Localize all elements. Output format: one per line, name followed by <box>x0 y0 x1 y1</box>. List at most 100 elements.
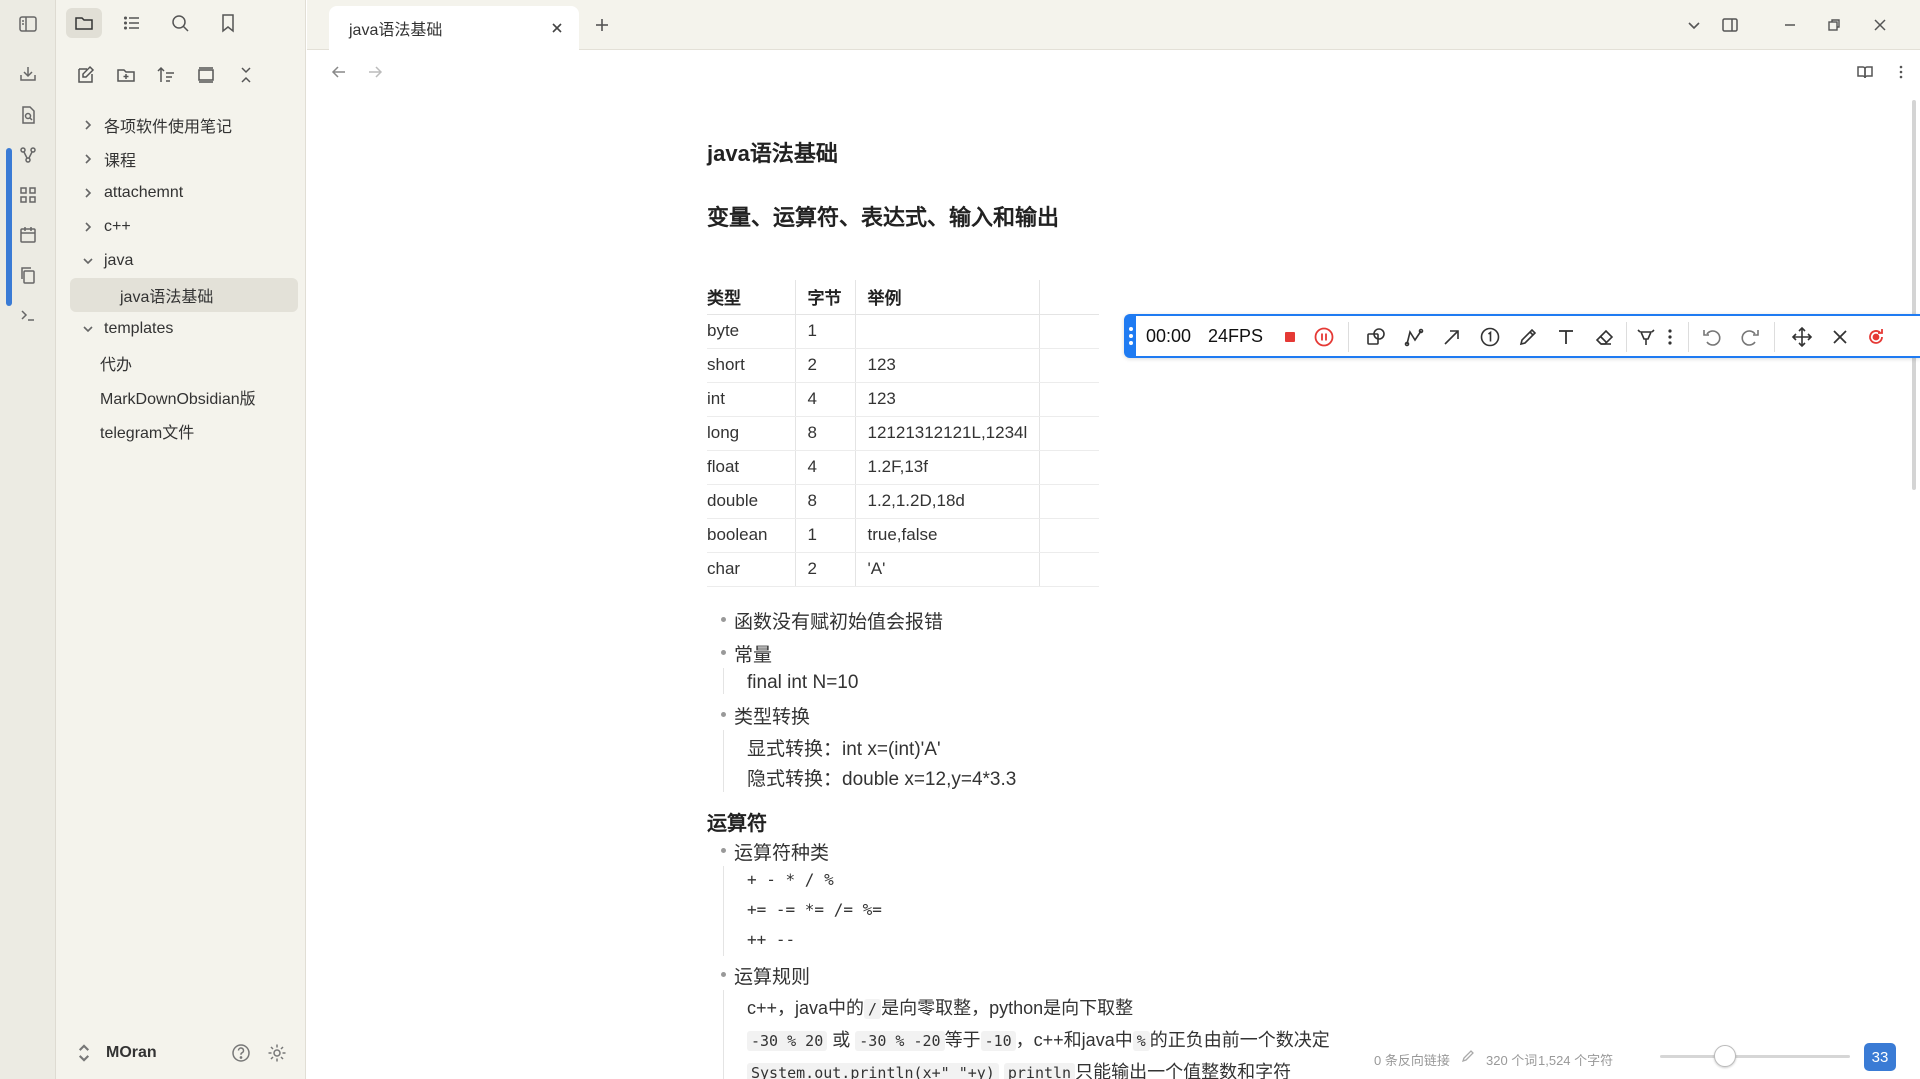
rule-line-2: -30 % 20 或 -30 % -20 等于 -10 ，c++和java中% 的正负由… <box>747 1026 1330 1052</box>
shapes-icon[interactable] <box>1364 325 1388 349</box>
minimize-icon[interactable] <box>1777 12 1803 38</box>
graph-view-icon[interactable] <box>16 143 40 167</box>
calendar-icon[interactable] <box>16 223 40 247</box>
close-tab-icon[interactable] <box>547 18 567 38</box>
outline-icon[interactable] <box>114 8 150 38</box>
move-icon[interactable] <box>1790 325 1814 349</box>
tree-folder-java[interactable]: java <box>70 244 298 278</box>
redo-icon[interactable] <box>1738 325 1762 349</box>
operators-line-2: += -= *= /= %= <box>747 900 882 919</box>
tab-list-chevron-down-icon[interactable] <box>1681 12 1707 38</box>
arrow-icon[interactable] <box>1440 325 1464 349</box>
text-icon[interactable] <box>1554 325 1578 349</box>
new-tab-icon[interactable] <box>589 12 615 38</box>
tree-file-java-basics[interactable]: java语法基础 <box>70 278 298 312</box>
spotlight-icon[interactable] <box>1634 325 1658 349</box>
auto-reveal-icon[interactable] <box>188 60 224 90</box>
more-tools-icon[interactable] <box>1658 325 1682 349</box>
file-explorer-sidebar: 各项软件使用笔记 课程 attachemnt c++ java java语法基础… <box>56 0 306 1079</box>
list-item-text: 类型转换 <box>734 707 811 728</box>
table-cell: float <box>707 450 796 485</box>
drag-handle[interactable] <box>1126 316 1136 356</box>
table-row: long 8 12121312121L,1234l <box>707 416 1099 451</box>
rule-text: 或 <box>832 1030 851 1050</box>
sort-icon[interactable] <box>148 60 184 90</box>
forward-arrow-icon[interactable] <box>363 60 387 84</box>
eraser-icon[interactable] <box>1592 325 1616 349</box>
grid-icon[interactable] <box>16 183 40 207</box>
pencil-icon[interactable] <box>1516 325 1540 349</box>
tree-file-markdown-obsidian[interactable]: MarkDownObsidian版 <box>70 380 298 414</box>
indent-guide <box>723 866 724 956</box>
editor-scrollbar[interactable] <box>1912 100 1916 490</box>
inline-code: System.out.println(x+" "+y) <box>747 1063 999 1079</box>
more-options-icon[interactable] <box>1889 60 1913 84</box>
zoom-slider-track[interactable] <box>1660 1055 1850 1058</box>
collapse-all-icon[interactable] <box>228 60 264 90</box>
table-header-cell: 类型 <box>707 280 796 315</box>
restore-window-icon[interactable] <box>1821 12 1847 38</box>
vault-name[interactable]: MOran <box>106 1044 157 1062</box>
tree-folder-cpp[interactable]: c++ <box>70 210 298 244</box>
table-cell: 2 <box>795 552 856 587</box>
tree-folder-attachemnt[interactable]: attachemnt <box>70 176 298 210</box>
zoom-slider-thumb[interactable] <box>1714 1045 1736 1067</box>
table-cell: 1.2F,13f <box>855 450 1040 485</box>
char-count: 1,524 个字符 <box>1538 1053 1614 1068</box>
terminal-icon[interactable] <box>16 303 40 327</box>
numbered-step-icon[interactable] <box>1478 325 1502 349</box>
table-cell: 4 <box>795 382 856 417</box>
list-item-text: 运算符种类 <box>734 843 830 864</box>
rule-line-1: c++，java中的 / 是向零取整，python是向下取整 <box>747 994 1133 1020</box>
rule-text: 等于 <box>944 1030 981 1050</box>
close-window-icon[interactable] <box>1867 12 1893 38</box>
undo-icon[interactable] <box>1700 325 1724 349</box>
edit-pencil-icon[interactable] <box>1460 1048 1476 1064</box>
table-cell: 123 <box>855 382 1040 417</box>
list-item-text: 函数没有赋初始值会报错 <box>734 612 944 633</box>
table-cell-empty <box>1039 314 1099 349</box>
stop-recording-icon[interactable] <box>1278 325 1302 349</box>
folder-icon[interactable] <box>66 8 102 38</box>
table-cell-empty <box>1039 518 1099 553</box>
tree-file-todo[interactable]: 代办 <box>70 346 298 380</box>
recording-timer: 00:00 <box>1146 326 1192 346</box>
tree-item-label: attachemnt <box>104 184 184 201</box>
tree-file-telegram[interactable]: telegram文件 <box>70 414 298 448</box>
settings-gear-icon[interactable] <box>262 1038 292 1068</box>
copy-icon[interactable] <box>16 263 40 287</box>
close-icon[interactable] <box>1828 325 1852 349</box>
toggle-sidebar-icon[interactable] <box>16 12 40 36</box>
tab-java-basics[interactable]: java语法基础 <box>329 6 579 50</box>
table-cell: char <box>707 552 796 587</box>
table-cell: boolean <box>707 518 796 553</box>
operators-line-1: + - * / % <box>747 870 834 889</box>
tree-folder-software-notes[interactable]: 各项软件使用笔记 <box>70 108 298 142</box>
bookmark-icon[interactable] <box>210 8 246 38</box>
list-item: 常量 <box>721 640 772 667</box>
help-icon[interactable] <box>226 1038 256 1068</box>
pause-icon[interactable] <box>1312 325 1336 349</box>
table-cell: 4 <box>795 450 856 485</box>
table-cell: 123 <box>855 348 1040 383</box>
file-search-icon[interactable] <box>16 103 40 127</box>
table-cell: 'A' <box>855 552 1040 587</box>
toggle-right-sidebar-icon[interactable] <box>1717 12 1743 38</box>
tree-folder-templates[interactable]: templates <box>70 312 298 346</box>
reading-view-book-icon[interactable] <box>1853 60 1877 84</box>
new-folder-icon[interactable] <box>108 60 144 90</box>
vault-switcher-icon[interactable] <box>74 1043 94 1063</box>
rule-text: 只能输出一个值整数和字符 <box>1075 1062 1292 1079</box>
back-arrow-icon[interactable] <box>327 60 351 84</box>
restart-recording-icon[interactable] <box>1864 325 1888 349</box>
search-icon[interactable] <box>162 8 198 38</box>
zoom-level-badge[interactable]: 33 <box>1864 1043 1896 1071</box>
polyline-icon[interactable] <box>1402 325 1426 349</box>
tab-title: java语法基础 <box>349 22 443 39</box>
new-note-icon[interactable] <box>68 60 104 90</box>
chevron-down-icon <box>80 253 96 269</box>
import-icon[interactable] <box>16 62 40 86</box>
backlinks-count[interactable]: 0 条反向链接 <box>1374 1050 1450 1069</box>
tree-folder-courses[interactable]: 课程 <box>70 142 298 176</box>
table-row: int 4 123 <box>707 382 1099 417</box>
